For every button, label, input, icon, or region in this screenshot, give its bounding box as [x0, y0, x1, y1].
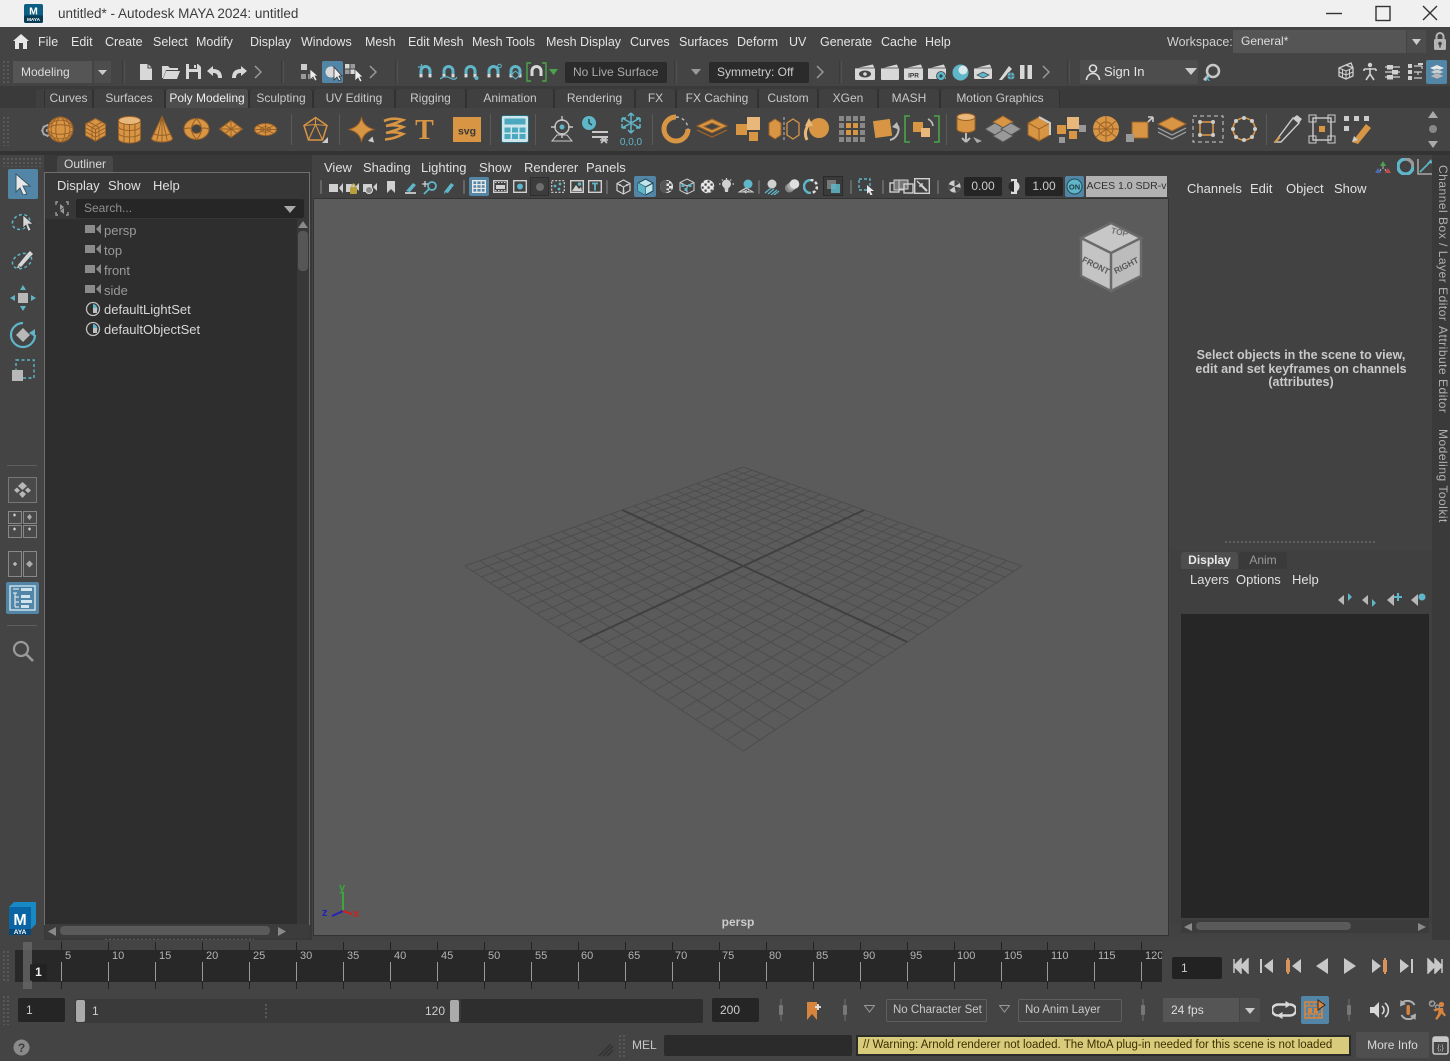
svg-text:x: x [353, 908, 360, 919]
svg-text:y: y [339, 883, 346, 894]
svg-text:ON: ON [1069, 183, 1080, 192]
svg-text:T: T [415, 116, 434, 142]
svg-text:{;}: {;} [1437, 1045, 1444, 1052]
svg-text:AYA: AYA [14, 929, 27, 936]
svg-text:MAYA: MAYA [27, 17, 41, 23]
svg-text:x: x [1205, 73, 1210, 82]
svg-text:svg: svg [458, 126, 476, 138]
svg-text:?: ? [18, 1041, 25, 1055]
svg-text:0,0,0: 0,0,0 [620, 137, 643, 146]
svg-text:IPR: IPR [908, 73, 919, 80]
svg-text:z: z [322, 907, 328, 919]
svg-text:M: M [13, 912, 26, 929]
svg-text:M: M [29, 6, 38, 17]
